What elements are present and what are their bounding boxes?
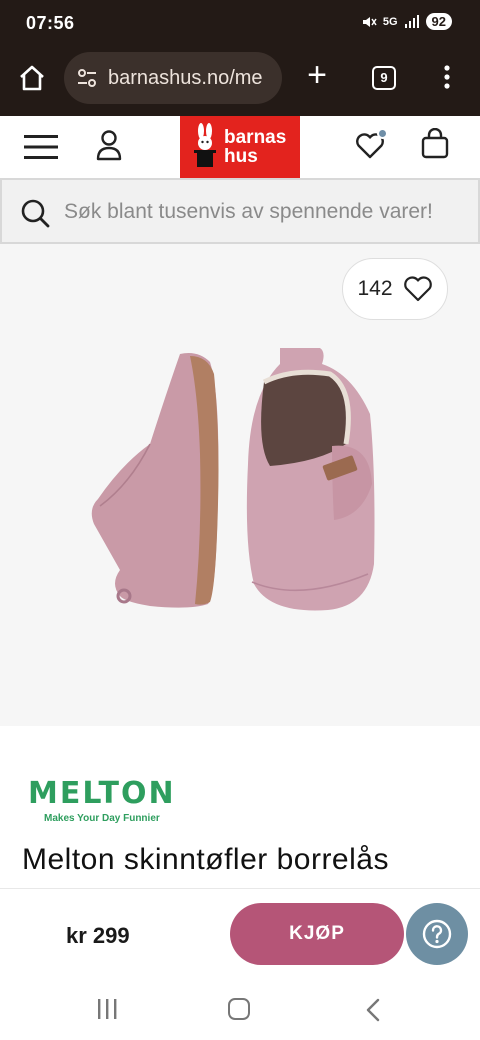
search-bar [0, 178, 480, 244]
cart-icon[interactable] [420, 128, 450, 160]
logo-line-2: hus [224, 146, 258, 167]
status-time: 07:56 [26, 13, 75, 33]
buy-button[interactable]: KJØP [230, 903, 404, 965]
site-header: barnas hus [0, 116, 480, 178]
logo-text: barnas hus [224, 128, 286, 166]
tune-icon[interactable] [76, 67, 98, 89]
brand-slogan: Makes Your Day Funnier [44, 813, 160, 824]
logo-line-1: barnas [224, 127, 287, 148]
user-icon[interactable] [94, 128, 124, 162]
heart-icon [403, 276, 432, 302]
home-nav-icon[interactable] [228, 998, 250, 1020]
status-icons: 5G 92 [361, 13, 452, 30]
site-logo[interactable]: barnas hus [180, 116, 300, 178]
address-bar[interactable]: barnashus.no/me [64, 52, 282, 104]
brand-name: MELTON [28, 776, 176, 811]
product-title: Melton skinntøfler borrelås [22, 843, 389, 876]
system-nav-bar [0, 980, 480, 1040]
more-vert-icon[interactable] [440, 64, 454, 90]
mute-icon [362, 16, 377, 27]
question-icon [422, 919, 452, 949]
like-button[interactable]: 142 [342, 258, 448, 320]
tab-count: 9 [380, 70, 388, 85]
bunny-logo-icon [194, 123, 216, 167]
signal-icon [404, 14, 419, 28]
battery-badge: 92 [425, 13, 452, 30]
home-icon[interactable] [16, 62, 48, 94]
brand-logo[interactable]: MELTON Makes Your Day Funnier [28, 778, 188, 828]
network-label: 5G [382, 15, 398, 28]
shoes-photo [91, 348, 375, 611]
hamburger-icon[interactable] [24, 134, 58, 160]
like-count: 142 [357, 277, 393, 300]
browser-toolbar: barnashus.no/me + 9 [0, 48, 480, 116]
buy-bar: kr 299 KJØP [0, 888, 480, 980]
help-button[interactable] [406, 903, 468, 965]
price: kr 299 [66, 923, 130, 948]
wishlist-button[interactable] [354, 128, 388, 162]
search-icon[interactable] [20, 198, 50, 228]
back-icon[interactable] [364, 998, 382, 1022]
status-bar: 07:56 5G 92 [0, 0, 480, 48]
search-input[interactable] [64, 192, 468, 232]
url-text: barnashus.no/me [108, 66, 263, 89]
page: 07:56 5G 92 barnashus.no/me + 9 barnas h… [0, 0, 480, 1040]
tabs-icon[interactable]: 9 [372, 66, 396, 90]
recent-apps-icon[interactable] [96, 998, 118, 1020]
wishlist-badge [377, 128, 388, 139]
product-image[interactable]: 142 [0, 244, 480, 726]
plus-icon[interactable]: + [302, 58, 332, 92]
